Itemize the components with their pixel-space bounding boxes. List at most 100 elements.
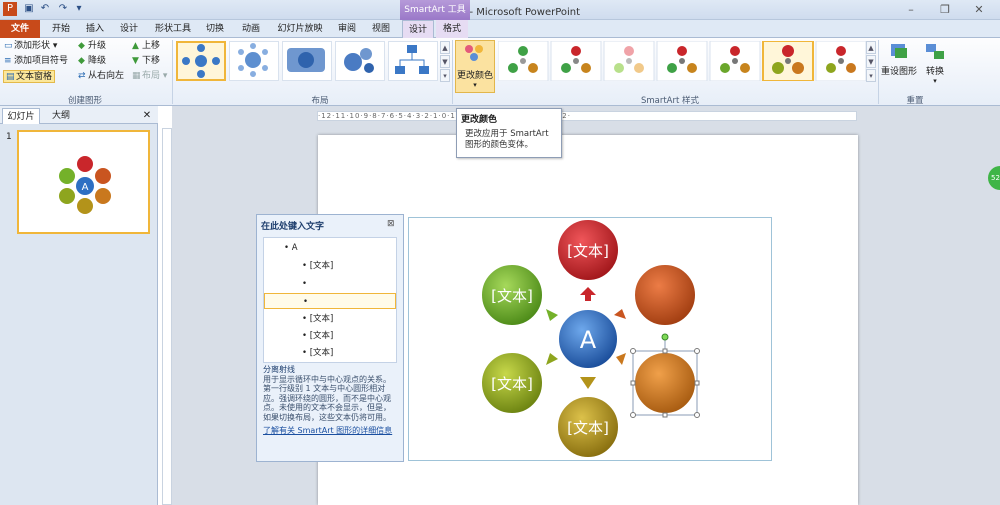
arrow-icon [546, 353, 558, 365]
smartart-node-top-right[interactable] [633, 263, 697, 327]
ribbon: ▭添加形状 ▾ ≡ 添加项目符号 ▤文本窗格 ◆ 升级 ◆ 降级 ⇄ 从右向左 ▲ 上移 … [0, 38, 1000, 106]
close-icon[interactable]: ✕ [964, 0, 994, 20]
text-pane-button[interactable]: ▤文本窗格 [3, 70, 56, 83]
reset-graphic-button[interactable]: 重设图形 [880, 41, 918, 85]
separator [878, 40, 879, 104]
bullet-item[interactable]: • [文本] [302, 345, 333, 361]
layout-gallery-item[interactable] [388, 41, 438, 81]
slides-pane: 幻灯片 大纲 ✕ 1 A [0, 106, 158, 505]
layout-gallery-item[interactable] [335, 41, 385, 81]
smartart-node-bottom[interactable]: [文本] [556, 395, 620, 459]
tab-home[interactable]: 开始 [46, 20, 76, 38]
right-to-left-icon: ⇄ [78, 71, 86, 81]
tab-view[interactable]: 视图 [366, 20, 396, 38]
demote-button[interactable]: ◆ 降级 [78, 55, 106, 68]
demote-icon: ◆ [78, 56, 85, 66]
minimize-icon[interactable]: – [896, 0, 926, 20]
thumbnail-center-label: A [82, 182, 89, 193]
thumbnail-smartart: A [59, 156, 111, 214]
styles-more[interactable]: ▾ [866, 69, 876, 82]
tab-smartart-format[interactable]: 格式 [436, 20, 468, 38]
bullet-item[interactable]: • [文本] [302, 328, 333, 344]
move-up-button[interactable]: ▲ 上移 [132, 40, 160, 53]
tab-smartart-design[interactable]: 设计 [402, 20, 434, 38]
layout-gallery-item[interactable] [176, 41, 226, 81]
arrow-icon [614, 309, 626, 319]
styles-group-label: SmartArt 样式 [640, 96, 700, 106]
styles-scroll-down[interactable]: ▼ [866, 55, 876, 68]
tab-outline[interactable]: 大纲 [44, 108, 78, 124]
tab-slideshow[interactable]: 幻灯片放映 [272, 20, 328, 38]
move-down-button[interactable]: ▼ 下移 [132, 55, 160, 68]
add-shape-icon: ▭ [4, 41, 13, 51]
svg-text:[文本]: [文本] [567, 242, 609, 260]
smartart-graphic[interactable]: [文本] [文本] [文本] [文本] A [408, 217, 772, 461]
slides-pane-tabs: 幻灯片 大纲 ✕ [0, 106, 158, 124]
tab-design[interactable]: 设计 [114, 20, 144, 38]
svg-text:[文本]: [文本] [567, 419, 609, 437]
styles-scroll-up[interactable]: ▲ [866, 41, 876, 54]
smartart-node-top[interactable]: [文本] [556, 218, 620, 282]
layout-description-text: 用于显示循环中与中心观点的关系。第一行级别 1 文本与中心圆形相对应。强调环绕的… [263, 374, 391, 422]
change-colors-button[interactable]: 更改颜色 ▾ [455, 40, 495, 93]
move-up-icon: ▲ [132, 41, 139, 51]
layout-gallery-item[interactable] [229, 41, 279, 81]
bullet-item-level1[interactable]: • A [284, 240, 298, 256]
bullet-item[interactable]: • [302, 276, 307, 292]
tab-review[interactable]: 审阅 [332, 20, 362, 38]
promote-button[interactable]: ◆ 升级 [78, 40, 106, 53]
close-pane-icon[interactable]: ✕ [140, 108, 154, 124]
promote-icon: ◆ [78, 41, 85, 51]
layout-icon: ▦ [132, 71, 141, 81]
change-colors-tooltip: 更改颜色 更改应用于 SmartArt 图形的颜色变体。 [456, 108, 562, 158]
slide-thumbnail[interactable]: A [17, 130, 150, 234]
move-down-icon: ▼ [132, 56, 139, 66]
tab-shape-tools[interactable]: 形状工具 [150, 20, 196, 38]
smartart-node-top-left[interactable]: [文本] [480, 263, 544, 327]
tooltip-title: 更改颜色 [461, 115, 498, 125]
arrow-up-icon [580, 287, 596, 301]
separator [452, 40, 453, 104]
change-colors-icon [465, 45, 483, 61]
add-bullet-icon: ≡ [4, 56, 12, 66]
maximize-icon[interactable]: ❐ [930, 0, 960, 20]
slide-number: 1 [6, 132, 12, 142]
tab-transitions[interactable]: 切换 [200, 20, 230, 38]
horizontal-ruler: ·12·11·10·9·8·7·6·5·4·3·2·1·0·1·2·3·4·5·… [317, 111, 857, 121]
learn-more-link[interactable]: 了解有关 SmartArt 图形的详细信息 [263, 426, 397, 436]
tab-insert[interactable]: 插入 [80, 20, 110, 38]
gallery-more[interactable]: ▾ [440, 69, 450, 82]
smartart-tools-group: SmartArt 工具 [400, 0, 470, 20]
text-pane-list[interactable]: • A • [文本] • • • [文本] • [文本] • [文本] [263, 237, 397, 363]
tab-animations[interactable]: 动画 [236, 20, 266, 38]
gallery-scroll-up[interactable]: ▲ [440, 41, 450, 54]
layouts-group-label: 布局 [311, 96, 329, 106]
arrow-icon [546, 309, 558, 321]
vertical-ruler [162, 128, 172, 505]
add-shape-button[interactable]: ▭添加形状 ▾ [4, 40, 57, 53]
smartart-text-pane: 在此处键入文字 ⊠ • A • [文本] • • • [文本] • [文本] •… [256, 214, 404, 462]
text-pane-icon: ▤ [6, 72, 15, 82]
bullet-item-selected[interactable]: • [264, 293, 396, 309]
add-bullet-button[interactable]: ≡ 添加项目符号 [4, 55, 68, 68]
styles-gallery[interactable] [498, 41, 876, 81]
svg-text:[文本]: [文本] [491, 375, 533, 393]
smartart-node-bottom-left[interactable]: [文本] [480, 351, 544, 415]
layout-button[interactable]: ▦布局 ▾ [132, 70, 167, 83]
smartart-node-center[interactable]: A [557, 308, 619, 370]
bullet-item[interactable]: • [文本] [302, 258, 333, 274]
title-bar: P ▣ ↶ ↷ ▾ 演示文稿1 - Microsoft PowerPoint –… [0, 0, 1000, 20]
bullet-item[interactable]: • [文本] [302, 311, 333, 327]
tab-slides[interactable]: 幻灯片 [2, 108, 40, 124]
right-to-left-button[interactable]: ⇄ 从右向左 [78, 70, 124, 83]
gallery-scroll-down[interactable]: ▼ [440, 55, 450, 68]
arrow-icon [616, 353, 626, 365]
layout-gallery-item[interactable] [282, 41, 332, 81]
convert-button[interactable]: 转换 ▾ [920, 41, 950, 91]
close-icon[interactable]: ⊠ [387, 219, 395, 229]
separator [172, 40, 173, 104]
create-graphic-group-label: 创建图形 [67, 96, 102, 106]
svg-text:[文本]: [文本] [491, 287, 533, 305]
tab-file[interactable]: 文件 [0, 20, 40, 38]
smartart-node-bottom-right[interactable] [633, 351, 697, 415]
